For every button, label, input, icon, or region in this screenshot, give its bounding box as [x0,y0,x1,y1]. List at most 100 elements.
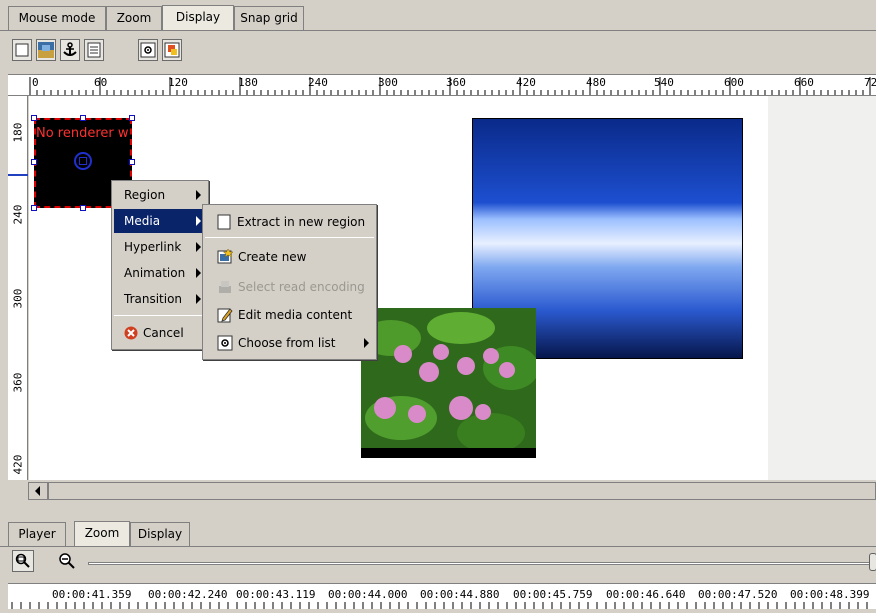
menu-item-create-new[interactable]: Create new [205,245,374,269]
menu-item-label: Choose from list [238,336,336,350]
timeline-ruler[interactable]: 00:00:41.359 00:00:42.240 00:00:43.119 0… [8,583,876,609]
resize-handle[interactable] [80,205,86,211]
ruler-label: 120 [168,76,188,89]
context-menu: Region Media Hyperlink Animation Transit… [111,180,209,350]
resize-handle[interactable] [31,159,37,165]
menu-item-label: Animation [124,266,186,280]
timeline-label: 00:00:41.359 [52,588,132,601]
ruler-marker [8,174,28,176]
eye-icon [140,42,156,58]
menu-item-label: Transition [124,292,183,306]
menu-item-label: Extract in new region [237,215,366,229]
menu-item-hyperlink[interactable]: Hyperlink [114,235,206,259]
menu-separator [205,237,374,238]
edit-pencil-icon [217,307,233,323]
region-label: No renderer w [36,126,129,141]
timeline-label: 00:00:47.520 [698,588,778,601]
zoom-fit-button[interactable] [12,550,34,572]
document-icon [87,42,101,58]
arrow-right-icon [364,331,370,355]
vertical-ruler: 180 240 300 360 420 [8,96,28,480]
menu-item-label: Cancel [143,326,184,340]
ruler-label: 72 [864,76,876,89]
menu-item-region[interactable]: Region [114,183,206,207]
ruler-label: 180 [11,122,25,143]
ruler-label: 420 [516,76,536,89]
zoom-out-icon[interactable] [58,552,76,570]
ruler-label: 540 [654,76,674,89]
resize-handle[interactable] [31,115,37,121]
menu-item-label: Create new [238,250,307,264]
select-rect-button[interactable] [12,39,32,61]
zoom-fit-icon [15,553,31,569]
resize-handle[interactable] [129,115,135,121]
resize-handle[interactable] [31,205,37,211]
tab-divider [0,30,876,31]
timeline-label: 00:00:43.119 [236,588,316,601]
empty-box-icon [217,214,231,230]
view-button[interactable] [138,39,158,61]
canvas-outside-area [768,96,876,480]
menu-item-edit-media[interactable]: Edit media content [205,303,374,327]
timeline-label: 00:00:46.640 [606,588,686,601]
menu-item-media[interactable]: Media [114,209,206,233]
ruler-label: 0 [32,76,39,89]
menu-item-label: Edit media content [238,308,353,322]
anchor-button[interactable] [60,39,80,61]
eye-icon [217,335,233,351]
water-lily-image[interactable] [361,308,536,458]
printer-icon [217,279,233,295]
tab-zoom-bottom[interactable]: Zoom [74,521,130,547]
menu-item-animation[interactable]: Animation [114,261,206,285]
menu-item-cancel[interactable]: Cancel [114,321,206,345]
resize-handle[interactable] [129,159,135,165]
ruler-label: 240 [308,76,328,89]
ruler-label: 420 [11,454,25,475]
layers-icon [164,42,180,58]
menu-item-select-read-encoding[interactable]: Select read encoding [205,275,374,299]
ruler-label: 60 [94,76,108,89]
cancel-icon [124,326,138,340]
image-button[interactable] [36,39,56,61]
ruler-label: 480 [586,76,606,89]
tab-snap-grid[interactable]: Snap grid [234,6,304,30]
timeline-label: 00:00:45.759 [513,588,593,601]
timeline-label: 00:00:48.399 [790,588,870,601]
ruler-label: 180 [238,76,258,89]
menu-item-transition[interactable]: Transition [114,287,206,311]
media-submenu: Extract in new region Create new Select … [202,204,377,360]
ruler-label: 600 [724,76,744,89]
ruler-label: 660 [794,76,814,89]
tab-divider [0,546,876,547]
picture-icon [38,42,54,58]
menu-item-choose-from-list[interactable]: Choose from list [205,331,374,355]
arrow-left-icon [35,486,41,496]
anchor-icon [62,42,78,58]
ruler-label: 300 [11,288,25,309]
layers-button[interactable] [162,39,182,61]
tab-zoom[interactable]: Zoom [106,6,162,30]
scroll-left-button[interactable] [28,482,48,500]
resize-handle[interactable] [80,115,86,121]
tab-display-bottom[interactable]: Display [130,522,190,546]
horizontal-scrollbar[interactable] [48,482,876,500]
horizontal-ruler: 0 60 120 180 240 300 360 420 480 540 600… [8,74,876,96]
menu-item-extract[interactable]: Extract in new region [205,210,374,234]
zoom-slider[interactable] [88,562,876,565]
zoom-slider-thumb[interactable] [869,553,876,571]
tab-player[interactable]: Player [8,522,66,546]
tab-display[interactable]: Display [162,5,234,31]
ruler-label: 360 [11,372,25,393]
menu-separator [114,315,206,316]
tab-mouse-mode[interactable]: Mouse mode [8,6,106,30]
timeline-label: 00:00:44.000 [328,588,408,601]
region-center-icon [74,152,92,170]
menu-item-label: Select read encoding [238,280,365,294]
ruler-label: 240 [11,204,25,225]
bottom-tab-strip: Player Zoom Display [8,521,268,547]
menu-item-label: Hyperlink [124,240,182,254]
ruler-label: 300 [378,76,398,89]
timeline-label: 00:00:44.880 [420,588,500,601]
text-button[interactable] [84,39,104,61]
create-media-icon [217,249,233,265]
